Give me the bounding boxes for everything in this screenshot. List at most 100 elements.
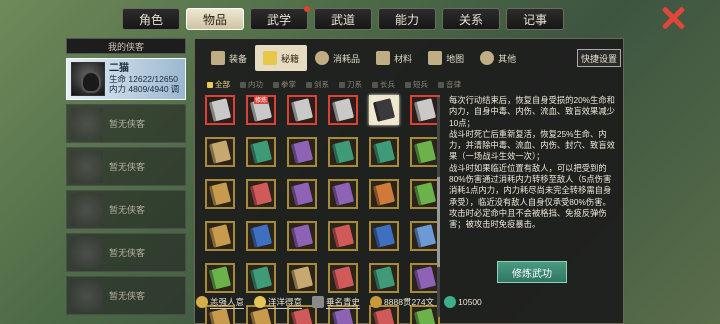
filter-short-weapon[interactable]: 短兵 <box>405 79 428 90</box>
item-slot[interactable] <box>205 179 235 209</box>
filter-sword[interactable]: 剑系 <box>306 79 329 90</box>
book-icon <box>249 182 273 206</box>
item-slot[interactable] <box>246 179 276 209</box>
filter-neigong[interactable]: 内功 <box>240 79 263 90</box>
desc-line: 每次行动结束后，恢复自身受损的20%生命和内力，自身中毒、内伤、流血、致盲效果减… <box>449 95 615 128</box>
quick-settings-button[interactable]: 快捷设置 <box>577 49 621 67</box>
item-slot[interactable] <box>369 221 399 251</box>
item-slot[interactable] <box>328 95 358 125</box>
book-icon <box>372 182 396 206</box>
tab-wudao[interactable]: 武道 <box>314 8 372 30</box>
smile-icon <box>254 296 267 308</box>
book-icon <box>413 140 437 164</box>
fame-status: 垂名青史 <box>312 296 361 309</box>
category-equipment[interactable]: 装备 <box>203 45 255 71</box>
book-icon <box>413 98 437 122</box>
placeholder-icon <box>71 107 103 140</box>
item-slot[interactable] <box>369 263 399 293</box>
item-slot[interactable] <box>410 95 440 125</box>
money: 8888贯274文 <box>370 296 434 308</box>
placeholder-icon <box>71 150 103 183</box>
tab-martial-arts-label: 武学 <box>266 12 291 27</box>
item-slot[interactable] <box>410 137 440 167</box>
scrollbar-thumb[interactable] <box>437 177 440 267</box>
item-slot[interactable] <box>287 179 317 209</box>
book-icon <box>208 140 232 164</box>
tab-martial-arts[interactable]: 武学 <box>250 6 310 30</box>
item-slot[interactable] <box>205 221 235 251</box>
filter-all[interactable]: 全部 <box>207 79 230 90</box>
item-slot[interactable] <box>287 95 317 125</box>
filter-long-weapon[interactable]: 长兵 <box>372 79 395 90</box>
item-slot[interactable] <box>287 263 317 293</box>
book-icon <box>331 266 355 290</box>
hero-name: 二猫 <box>109 63 129 74</box>
grid-scrollbar[interactable] <box>437 97 440 317</box>
item-slot[interactable] <box>246 137 276 167</box>
train-skill-button[interactable]: 修炼武功 <box>497 261 567 283</box>
empty-hero-slot[interactable]: 暂无侠客 <box>66 276 186 315</box>
empty-hero-slot[interactable]: 暂无侠客 <box>66 190 186 229</box>
item-slot[interactable] <box>369 179 399 209</box>
filter-music[interactable]: 音律 <box>438 79 461 90</box>
item-slot[interactable] <box>410 263 440 293</box>
book-icon <box>249 140 273 164</box>
tab-journal[interactable]: 记事 <box>506 8 564 30</box>
hero-hp: 生命 12622/12650 <box>109 74 179 84</box>
material-icon <box>376 51 391 65</box>
item-slot[interactable] <box>205 95 235 125</box>
item-slot[interactable] <box>328 263 358 293</box>
book-icon <box>372 140 396 164</box>
tab-items[interactable]: 物品 <box>186 8 244 30</box>
item-slot[interactable] <box>369 137 399 167</box>
item-slot[interactable] <box>328 221 358 251</box>
top-tabs: 角色 物品 武学 武道 能力 关系 记事 <box>122 6 564 32</box>
item-slot[interactable] <box>287 137 317 167</box>
item-slot[interactable] <box>328 137 358 167</box>
item-slot[interactable] <box>410 179 440 209</box>
empty-hero-slot[interactable]: 暂无侠客 <box>66 233 186 272</box>
empty-hero-slot[interactable]: 暂无侠客 <box>66 147 186 186</box>
potion-icon <box>315 51 330 65</box>
tab-abilities[interactable]: 能力 <box>378 8 436 30</box>
item-slot[interactable] <box>410 221 440 251</box>
item-slot[interactable] <box>328 179 358 209</box>
inventory-panel: 装备 秘籍 消耗品 材料 地图 其他 快捷设置 全部 内功 拳掌 剑系 刀系 长… <box>194 38 624 324</box>
item-description: 每次行动结束后，恢复自身受损的20%生命和内力，自身中毒、内伤、流血、致盲效果减… <box>449 95 619 285</box>
book-icon <box>413 266 437 290</box>
filter-blade[interactable]: 刀系 <box>339 79 362 90</box>
empty-hero-slot[interactable]: 暂无侠客 <box>66 104 186 143</box>
book-icon <box>290 266 314 290</box>
hero-card[interactable]: 二猫 生命 12622/12650 内力 4809/4940 调 <box>66 58 186 100</box>
desc-line: 战斗时如果临近位置有敌人，可以把受到的80%伤害通过消耗内力转移至敌人（5点伤害… <box>449 162 612 207</box>
category-consumables[interactable]: 消耗品 <box>307 45 368 71</box>
category-manuals[interactable]: 秘籍 <box>255 45 308 71</box>
map-icon <box>428 51 443 65</box>
item-slot[interactable] <box>205 137 235 167</box>
item-slot[interactable]: 修炼 <box>246 95 276 125</box>
book-icon <box>208 224 232 248</box>
category-other[interactable]: 其他 <box>472 45 524 71</box>
close-icon[interactable] <box>660 5 686 31</box>
item-slot[interactable] <box>205 263 235 293</box>
item-slot[interactable] <box>246 263 276 293</box>
item-slot[interactable] <box>369 95 399 125</box>
category-materials[interactable]: 材料 <box>368 45 420 71</box>
tab-relations[interactable]: 关系 <box>442 8 500 30</box>
book-icon <box>290 140 314 164</box>
item-slot[interactable] <box>287 221 317 251</box>
category-maps[interactable]: 地图 <box>420 45 472 71</box>
hero-list-title: 我的侠客 <box>66 38 186 54</box>
filter-fist[interactable]: 拳掌 <box>273 79 296 90</box>
hero-mp: 内力 4809/4940 调 <box>109 84 180 94</box>
tab-character[interactable]: 角色 <box>122 8 180 30</box>
item-slot[interactable] <box>246 221 276 251</box>
training-badge: 修炼 <box>254 95 269 104</box>
book-icon <box>208 182 232 206</box>
placeholder-icon <box>71 236 103 269</box>
book-icon <box>290 224 314 248</box>
book-icon <box>372 98 396 122</box>
book-icon <box>372 308 396 324</box>
category-tabs: 装备 秘籍 消耗品 材料 地图 其他 <box>203 45 524 71</box>
coin-icon <box>370 296 383 308</box>
